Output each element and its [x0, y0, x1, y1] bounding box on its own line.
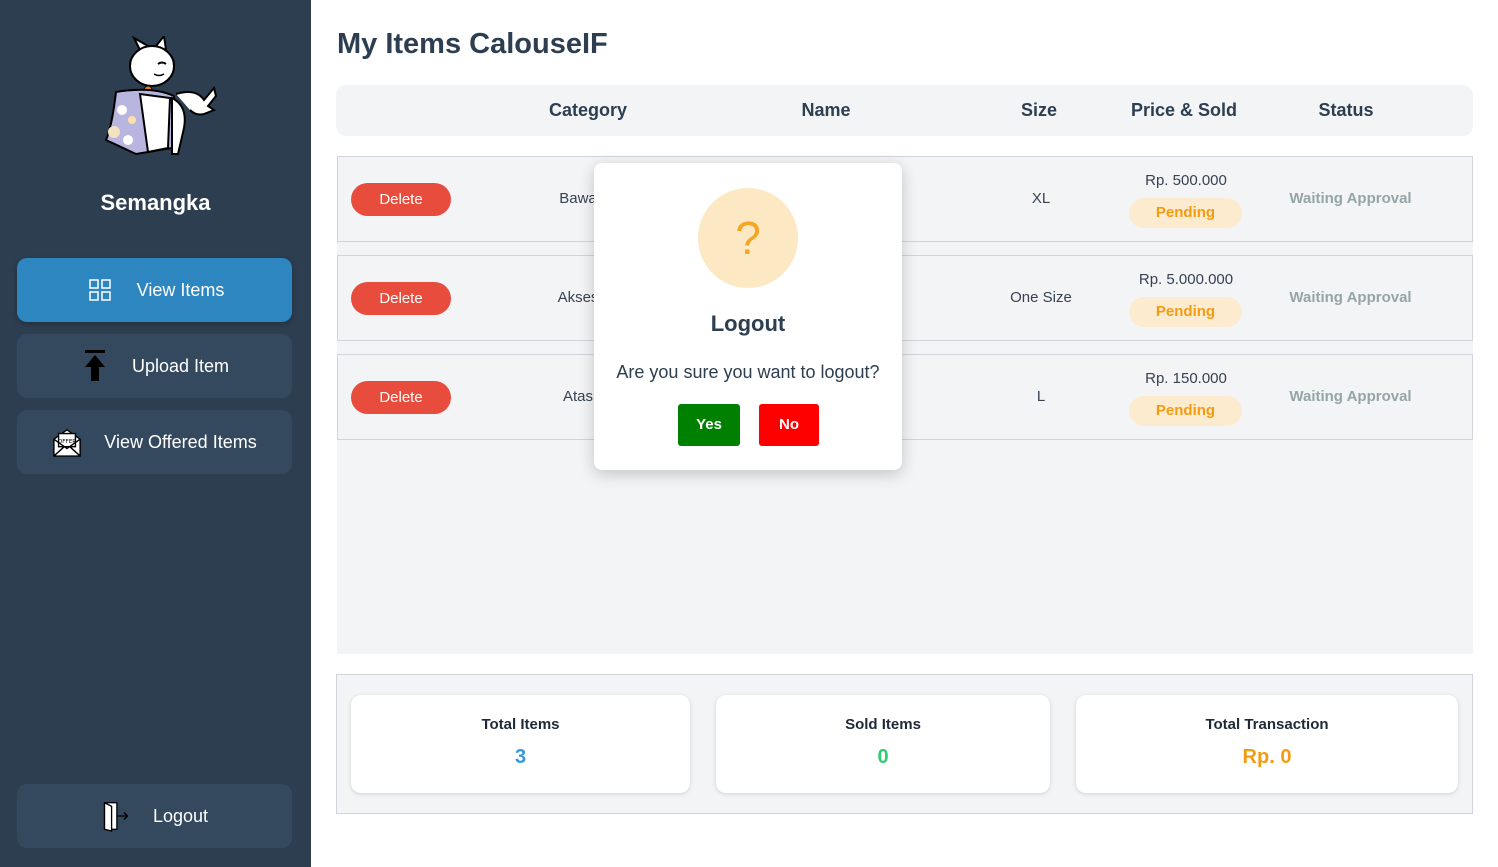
total-transaction-value: Rp. 0: [1242, 746, 1292, 768]
grid-icon: [85, 272, 115, 308]
logout-dialog: ? Logout Are you sure you want to logout…: [594, 163, 902, 470]
dialog-message: Are you sure you want to logout?: [616, 362, 880, 382]
total-items-label: Total Items: [481, 716, 560, 733]
logout-door-icon: [101, 798, 131, 834]
avatar: [92, 33, 222, 160]
price-cell: Rp. 150.000: [1145, 370, 1227, 387]
table-row: Delete Akses One Size Rp. 5.000.000 Pend…: [337, 255, 1473, 341]
question-icon: ?: [698, 188, 798, 288]
column-header-name: Name: [801, 100, 851, 120]
status-cell: Waiting Approval: [1289, 190, 1412, 207]
delete-button[interactable]: Delete: [351, 381, 451, 414]
sidebar: Semangka View Items Upload Item OFFER Vi…: [0, 0, 311, 867]
upload-arrow-icon: [80, 348, 110, 384]
total-items-card: Total Items 3: [351, 695, 690, 793]
nav-view-items-label: View Items: [136, 279, 225, 300]
confirm-yes-button[interactable]: Yes: [678, 404, 740, 446]
status-cell: Waiting Approval: [1289, 388, 1412, 405]
nav-view-offered-items-label: View Offered Items: [104, 431, 257, 452]
nav-logout-button[interactable]: Logout: [17, 784, 292, 848]
delete-button[interactable]: Delete: [351, 282, 451, 315]
sold-items-label: Sold Items: [845, 716, 921, 733]
size-cell: XL: [1031, 190, 1051, 207]
column-header-size: Size: [1020, 100, 1058, 120]
column-header-status: Status: [1318, 100, 1374, 120]
total-transaction-label: Total Transaction: [1205, 716, 1329, 733]
table-body: Delete Bawa XL Rp. 500.000 Pending Waiti…: [337, 156, 1473, 654]
price-cell: Rp. 500.000: [1145, 172, 1227, 189]
price-cell: Rp. 5.000.000: [1138, 271, 1234, 288]
offer-envelope-icon: OFFER: [52, 424, 82, 460]
user-name: Semangka: [100, 190, 211, 215]
total-items-value: 3: [514, 746, 527, 768]
sold-status-badge: Pending: [1129, 198, 1242, 228]
table-row: Delete Atas L Rp. 150.000 Pending Waitin…: [337, 354, 1473, 440]
nav-view-offered-items-button[interactable]: OFFER View Offered Items: [17, 410, 292, 474]
status-cell: Waiting Approval: [1289, 289, 1412, 306]
total-transaction-card: Total Transaction Rp. 0: [1076, 695, 1458, 793]
table-row: Delete Bawa XL Rp. 500.000 Pending Waiti…: [337, 156, 1473, 242]
nav-logout-label: Logout: [152, 805, 209, 826]
sold-items-card: Sold Items 0: [716, 695, 1050, 793]
column-header-category: Category: [548, 100, 628, 120]
size-cell: L: [1036, 388, 1046, 405]
nav-upload-item-button[interactable]: Upload Item: [17, 334, 292, 398]
summary-panel: Total Items 3 Sold Items 0 Total Transac…: [336, 674, 1473, 814]
size-cell: One Size: [1010, 289, 1072, 306]
delete-button[interactable]: Delete: [351, 183, 451, 216]
page-title: My Items CalouseIF: [337, 28, 608, 60]
sold-status-badge: Pending: [1129, 297, 1242, 327]
sold-status-badge: Pending: [1129, 396, 1242, 426]
cancel-no-button[interactable]: No: [759, 404, 819, 446]
nav-view-items-button[interactable]: View Items: [17, 258, 292, 322]
column-header-price-sold: Price & Sold: [1130, 100, 1238, 120]
sold-items-value: 0: [877, 746, 889, 768]
dialog-title: Logout: [710, 311, 786, 336]
nav-upload-item-label: Upload Item: [131, 355, 230, 376]
table-header: Category Name Size Price & Sold Status: [336, 85, 1473, 136]
